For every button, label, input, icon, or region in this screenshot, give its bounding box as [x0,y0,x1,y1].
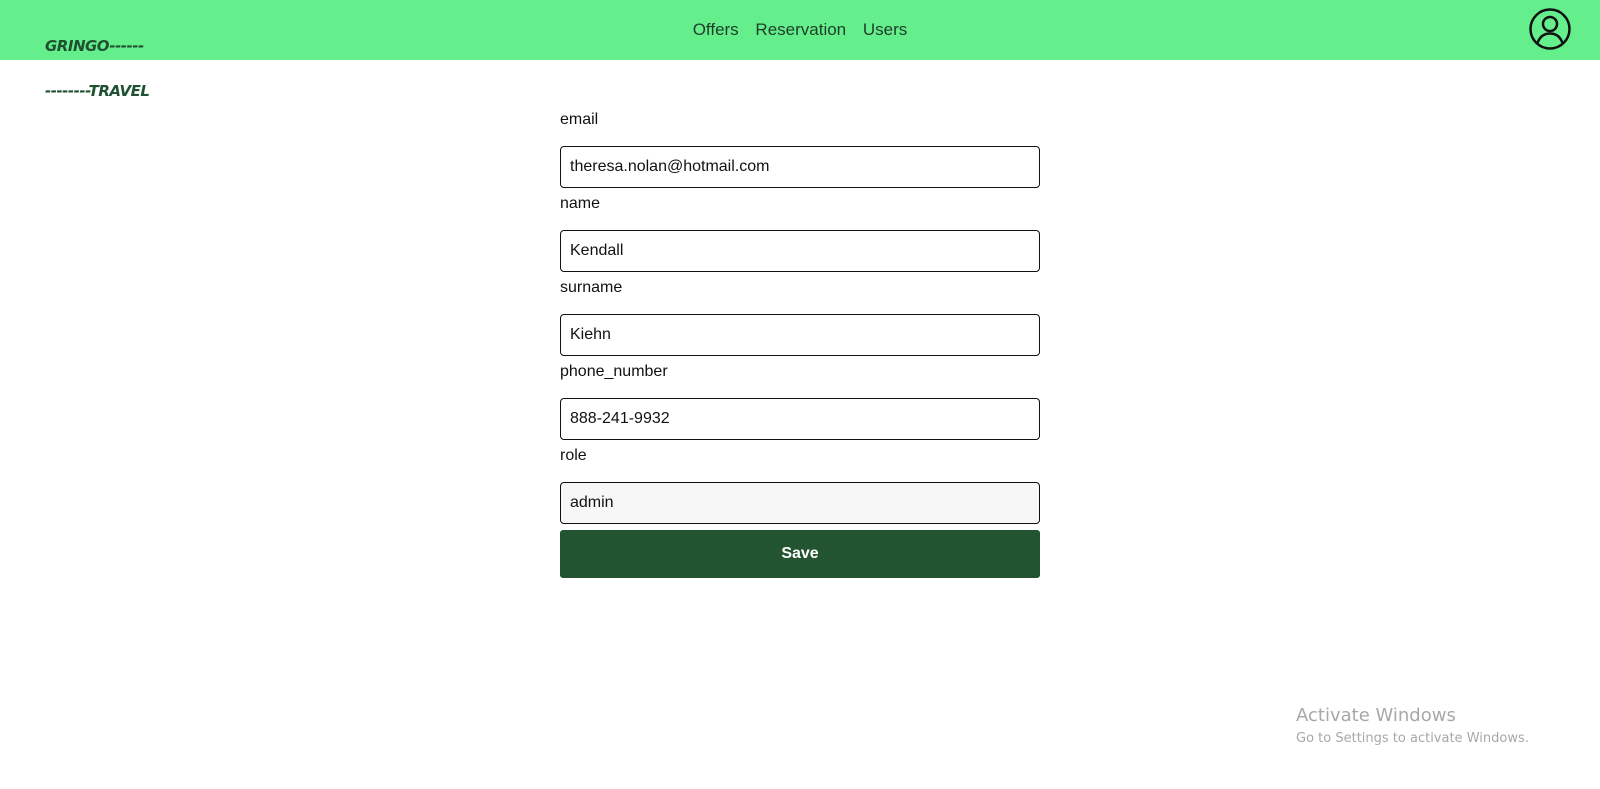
nav-link-offers[interactable]: Offers [693,20,739,39]
email-field[interactable] [560,146,1040,188]
nav-link-reservation[interactable]: Reservation [755,20,846,39]
phone-number-label: phone_number [560,363,668,380]
role-label: role [560,447,587,464]
surname-label: surname [560,279,623,296]
logo-line-2: --------TRAVEL [45,82,150,100]
phone-number-field[interactable] [560,398,1040,440]
user-edit-form: email name surname phone_number role Sav… [560,106,1040,578]
name-label: name [560,195,601,212]
watermark-subtitle: Go to Settings to activate Windows. [1296,731,1529,746]
main-nav: Offers Reservation Users [0,19,1600,41]
user-account-button[interactable] [1528,7,1572,51]
role-field[interactable] [560,482,1040,524]
activate-windows-watermark: Activate Windows Go to Settings to activ… [1296,705,1529,749]
watermark-title: Activate Windows [1296,705,1456,726]
surname-field[interactable] [560,314,1040,356]
save-button[interactable]: Save [560,530,1040,578]
email-label: email [560,111,599,128]
name-field[interactable] [560,230,1040,272]
user-circle-icon [1529,8,1571,50]
logo-line-1: GRINGO------ [45,37,144,55]
top-navbar: GRINGO------ --------TRAVEL Offers Reser… [0,0,1600,99]
nav-link-users[interactable]: Users [863,20,907,39]
